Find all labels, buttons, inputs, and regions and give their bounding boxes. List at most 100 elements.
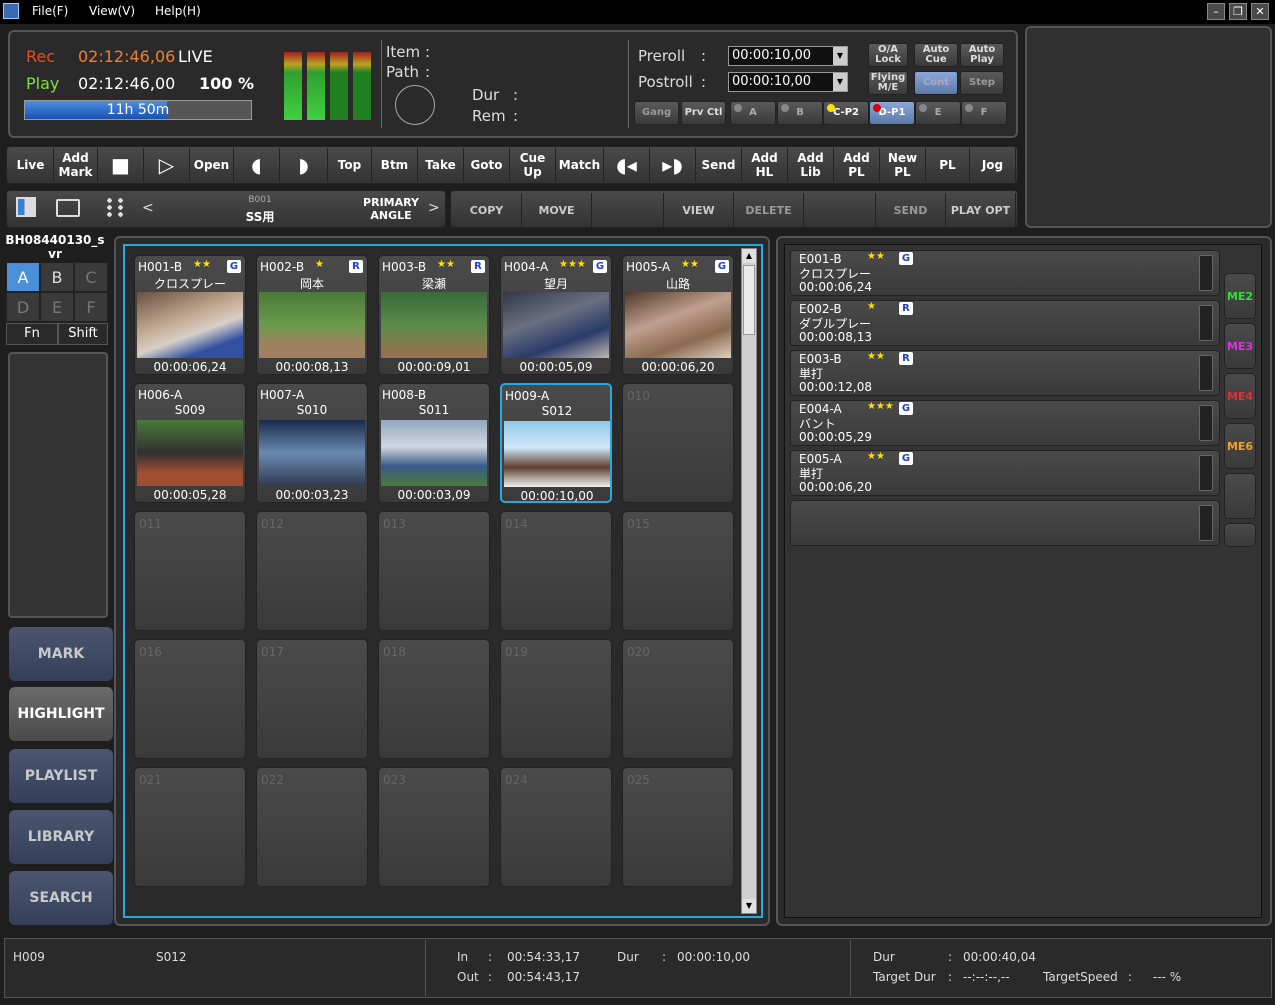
postroll-dropdown-icon[interactable]: ▼: [833, 73, 847, 91]
channel-c-button[interactable]: C-P2: [823, 101, 869, 125]
prv-ctl-button[interactable]: Prv Ctl: [681, 101, 726, 125]
empty-slot[interactable]: 025: [622, 767, 734, 887]
me-tab-me2[interactable]: ME2: [1224, 273, 1256, 319]
clip-card[interactable]: H001-B ★★ G クロスプレー 00:00:06,24: [134, 255, 246, 375]
empty-slot[interactable]: 015: [622, 511, 734, 631]
scroll-up-icon[interactable]: ▲: [742, 249, 756, 263]
nav-playlist-button[interactable]: PLAYLIST: [9, 749, 113, 803]
highlight-row[interactable]: E005-A ★★ G 単打 00:00:06,20: [790, 450, 1220, 496]
clip-card[interactable]: H008-B S011 00:00:03,09: [378, 383, 490, 503]
prev-bin-button[interactable]: <: [142, 200, 154, 216]
stop-icon[interactable]: ■: [98, 148, 144, 182]
empty-slot[interactable]: 021: [134, 767, 246, 887]
shift-button[interactable]: Shift: [58, 323, 108, 345]
highlight-row[interactable]: E003-B ★★ R 単打 00:00:12,08: [790, 350, 1220, 396]
scroll-thumb[interactable]: [743, 265, 755, 335]
empty-slot[interactable]: 022: [256, 767, 368, 887]
live-button[interactable]: Live: [8, 148, 54, 182]
nav-highlight-button[interactable]: HIGHLIGHT: [9, 687, 113, 741]
mark-out-icon[interactable]: ◗: [280, 148, 328, 182]
me-tab-me6[interactable]: ME6: [1224, 423, 1256, 469]
empty-slot[interactable]: 010: [622, 383, 734, 503]
key-c[interactable]: C: [74, 262, 108, 292]
trim-in-icon[interactable]: ◖◂: [604, 148, 650, 182]
channel-d-button[interactable]: D-P1: [869, 101, 915, 125]
restore-icon[interactable]: ❐: [1229, 3, 1247, 20]
preroll-dropdown-icon[interactable]: ▼: [833, 47, 847, 65]
empty-slot[interactable]: 014: [500, 511, 612, 631]
empty-slot[interactable]: 019: [500, 639, 612, 759]
trim-out-icon[interactable]: ▸◗: [650, 148, 696, 182]
empty-slot[interactable]: 024: [500, 767, 612, 887]
auto-play-button[interactable]: Auto Play: [960, 43, 1004, 67]
play-opt-button[interactable]: PLAY OPT: [946, 193, 1016, 227]
move-button[interactable]: MOVE: [522, 193, 592, 227]
open-button[interactable]: Open: [190, 148, 234, 182]
me-tab-empty[interactable]: [1224, 523, 1256, 547]
channel-a-button[interactable]: A: [730, 101, 776, 125]
clip-card[interactable]: H007-A S010 00:00:03,23: [256, 383, 368, 503]
send-button[interactable]: Send: [696, 148, 742, 182]
pl-button[interactable]: PL: [926, 148, 970, 182]
clip-card[interactable]: H003-B ★★ R 梁瀬 00:00:09,01: [378, 255, 490, 375]
fn-button[interactable]: Fn: [6, 323, 58, 345]
angle-button[interactable]: PRIMARY ANGLE: [360, 196, 422, 222]
minimize-icon[interactable]: –: [1207, 3, 1225, 20]
highlight-row[interactable]: E001-B ★★ G クロスプレー 00:00:06,24: [790, 250, 1220, 296]
copy-button[interactable]: COPY: [452, 193, 522, 227]
menu-file[interactable]: File(F): [32, 4, 68, 18]
next-bin-button[interactable]: >: [428, 200, 440, 216]
clip-card[interactable]: H006-A S009 00:00:05,28: [134, 383, 246, 503]
key-e[interactable]: E: [40, 292, 74, 322]
nav-mark-button[interactable]: MARK: [9, 627, 113, 681]
layout-icon[interactable]: [16, 197, 36, 217]
top-button[interactable]: Top: [328, 148, 372, 182]
step-button[interactable]: Step: [960, 71, 1004, 95]
empty-slot[interactable]: 018: [378, 639, 490, 759]
delete-button[interactable]: DELETE: [734, 193, 804, 227]
cue-up-button[interactable]: Cue Up: [510, 148, 556, 182]
flying-me-button[interactable]: Flying M/E: [868, 71, 908, 95]
empty-slot[interactable]: 011: [134, 511, 246, 631]
add-lib-button[interactable]: Add Lib: [788, 148, 834, 182]
grid-scrollbar[interactable]: ▲ ▼: [741, 248, 757, 914]
close-icon[interactable]: ✕: [1251, 3, 1269, 20]
grid-icon[interactable]: [104, 197, 126, 219]
empty-slot[interactable]: 012: [256, 511, 368, 631]
auto-cue-button[interactable]: Auto Cue: [914, 43, 958, 67]
empty-slot[interactable]: 017: [256, 639, 368, 759]
empty-slot[interactable]: 013: [378, 511, 490, 631]
cont-button[interactable]: Cont: [914, 71, 958, 95]
empty-slot[interactable]: 023: [378, 767, 490, 887]
send-action-button[interactable]: SEND: [876, 193, 946, 227]
action-blank-button[interactable]: [804, 193, 876, 227]
mark-in-icon[interactable]: ◖: [234, 148, 280, 182]
nav-library-button[interactable]: LIBRARY: [9, 810, 113, 864]
add-mark-button[interactable]: Add Mark: [54, 148, 98, 182]
folder-icon[interactable]: [56, 199, 80, 217]
menu-view[interactable]: View(V): [89, 4, 135, 18]
highlight-empty-row[interactable]: [790, 500, 1220, 546]
take-button[interactable]: Take: [418, 148, 464, 182]
gang-button[interactable]: Gang: [634, 101, 679, 125]
add-hl-button[interactable]: Add HL: [742, 148, 788, 182]
key-d[interactable]: D: [6, 292, 40, 322]
channel-b-button[interactable]: B: [777, 101, 823, 125]
oa-lock-button[interactable]: O/A Lock: [868, 43, 908, 67]
play-icon[interactable]: ▷: [144, 148, 190, 182]
clip-card[interactable]: H004-A ★★★ G 望月 00:00:05,09: [500, 255, 612, 375]
view-button[interactable]: VIEW: [664, 193, 734, 227]
empty-slot[interactable]: 016: [134, 639, 246, 759]
highlight-row[interactable]: E004-A ★★★ G バント 00:00:05,29: [790, 400, 1220, 446]
empty-slot[interactable]: 020: [622, 639, 734, 759]
goto-button[interactable]: Goto: [464, 148, 510, 182]
clip-card[interactable]: H005-A ★★ G 山路 00:00:06,20: [622, 255, 734, 375]
jog-button[interactable]: Jog: [970, 148, 1016, 182]
postroll-field[interactable]: 00:00:10,00 ▼: [728, 72, 848, 92]
scroll-down-icon[interactable]: ▼: [742, 899, 756, 913]
key-f[interactable]: F: [74, 292, 108, 322]
clip-card[interactable]: H002-B ★ R 岡本 00:00:08,13: [256, 255, 368, 375]
me-tab-me3[interactable]: ME3: [1224, 323, 1256, 369]
highlight-row[interactable]: E002-B ★ R ダブルプレー 00:00:08,13: [790, 300, 1220, 346]
channel-f-button[interactable]: F: [961, 101, 1007, 125]
